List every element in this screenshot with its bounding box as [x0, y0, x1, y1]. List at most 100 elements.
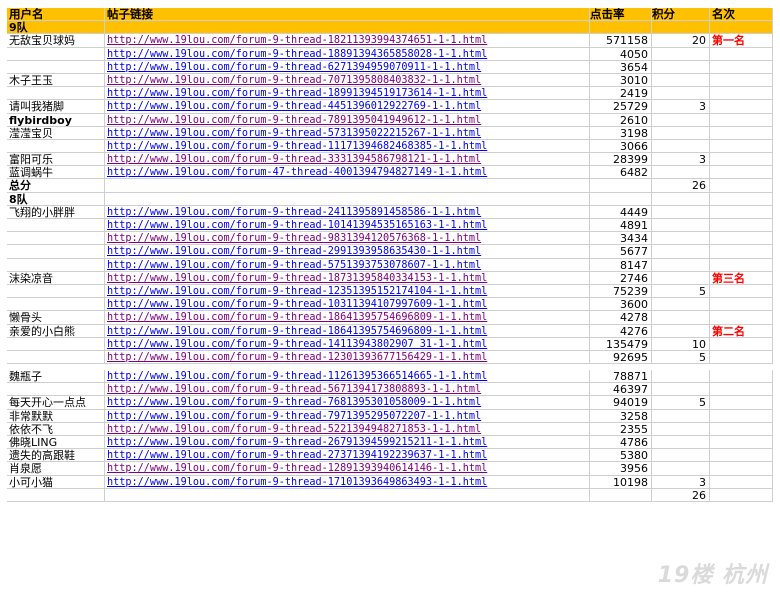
table-row: http://www.19lou.com/forum-9-thread-1889…: [7, 47, 773, 61]
thread-link[interactable]: http://www.19lou.com/forum-9-thread-1710…: [107, 477, 487, 488]
thread-link[interactable]: http://www.19lou.com/forum-9-thread-4451…: [107, 101, 481, 112]
thread-link[interactable]: http://www.19lou.com/forum-9-thread-6271…: [107, 62, 481, 73]
thread-link[interactable]: http://www.19lou.com/forum-9-thread-1031…: [107, 299, 487, 310]
rank-cell: [710, 462, 773, 476]
thread-link[interactable]: http://www.19lou.com/forum-9-thread-1289…: [107, 463, 487, 474]
thread-link[interactable]: http://www.19lou.com/forum-9-thread-3331…: [107, 154, 481, 165]
link-cell: http://www.19lou.com/forum-9-thread-9831…: [105, 232, 590, 246]
rank-cell: [710, 126, 773, 140]
thread-link[interactable]: http://www.19lou.com/forum-9-thread-2991…: [107, 246, 481, 257]
rank-cell: [710, 311, 773, 325]
thread-link[interactable]: http://www.19lou.com/forum-9-thread-5671…: [107, 384, 481, 395]
score-cell: [652, 205, 710, 219]
table-row: flybirdboy http://www.19lou.com/forum-9-t…: [7, 113, 773, 127]
header-link: 帖子链接: [105, 8, 590, 22]
thread-link[interactable]: http://www.19lou.com/forum-9-thread-7071…: [107, 75, 481, 86]
rank-cell: [710, 21, 773, 35]
table-row: 亲爱的小白熊 http://www.19lou.com/forum-9-threa…: [7, 324, 773, 338]
rank-cell: [710, 370, 773, 384]
thread-link[interactable]: http://www.19lou.com/forum-9-thread-9831…: [107, 233, 481, 244]
clicks-cell: 3066: [590, 139, 652, 154]
thread-link[interactable]: http://www.19lou.com/forum-9-thread-1235…: [107, 286, 487, 297]
user-cell: 8队: [7, 192, 105, 206]
thread-link[interactable]: http://www.19lou.com/forum-9-thread-1864…: [107, 326, 487, 337]
thread-link[interactable]: http://www.19lou.com/forum-9-thread-2679…: [107, 437, 487, 448]
clicks-cell: 3258: [590, 409, 652, 423]
table-row: 蓝调蜗牛 http://www.19lou.com/forum-47-thread…: [7, 166, 773, 180]
thread-link[interactable]: http://www.19lou.com/forum-9-thread-2737…: [107, 450, 487, 461]
clicks-cell: 2610: [590, 113, 652, 127]
thread-link[interactable]: http://www.19lou.com/forum-9-thread-2411…: [107, 207, 481, 218]
thread-link[interactable]: http://www.19lou.com/forum-9-thread-1873…: [107, 273, 487, 284]
thread-link[interactable]: http://www.19lou.com/forum-9-thread-5221…: [107, 424, 481, 435]
thread-link[interactable]: http://www.19lou.com/forum-9-thread-1014…: [107, 220, 487, 231]
score-cell: [652, 370, 710, 384]
clicks-cell: 92695: [590, 350, 652, 365]
thread-link[interactable]: http://www.19lou.com/forum-9-thread-7971…: [107, 411, 481, 422]
clicks-cell: 3198: [590, 126, 652, 140]
link-cell: [105, 488, 590, 502]
table-row: 懒骨头 http://www.19lou.com/forum-9-thread-1…: [7, 311, 773, 325]
score-cell: [652, 60, 710, 74]
thread-link[interactable]: http://www.19lou.com/forum-9-thread-5751…: [107, 260, 481, 271]
link-cell: http://www.19lou.com/forum-9-thread-1821…: [105, 34, 590, 48]
link-cell: http://www.19lou.com/forum-9-thread-1235…: [105, 284, 590, 299]
user-cell: [7, 139, 105, 154]
user-cell: [7, 350, 105, 365]
thread-link[interactable]: http://www.19lou.com/forum-9-thread-1864…: [107, 312, 487, 323]
rank-cell: [710, 298, 773, 312]
thread-link[interactable]: http://www.19lou.com/forum-9-thread-1411…: [107, 339, 487, 350]
score-cell: [652, 139, 710, 154]
link-cell: http://www.19lou.com/forum-9-thread-1117…: [105, 139, 590, 154]
table-row: 沫染凉音 http://www.19lou.com/forum-9-thread-…: [7, 271, 773, 285]
score-cell: [652, 21, 710, 35]
score-cell: [652, 219, 710, 233]
user-cell: 魏瓶子: [7, 370, 105, 384]
user-cell: [7, 219, 105, 233]
rank-cell: [710, 245, 773, 259]
header-row: 用户名 帖子链接 点击率 积分 名次: [7, 8, 773, 22]
thread-link[interactable]: http://www.19lou.com/forum-9-thread-7891…: [107, 115, 481, 126]
user-cell: 小可小猫: [7, 475, 105, 489]
thread-link[interactable]: http://www.19lou.com/forum-9-thread-1889…: [107, 49, 487, 60]
user-cell: 总分: [7, 179, 105, 193]
table-row: 26: [7, 488, 773, 502]
score-cell: [652, 462, 710, 476]
table-row: http://www.19lou.com/forum-9-thread-1117…: [7, 139, 773, 154]
user-cell: [7, 60, 105, 74]
thread-link[interactable]: http://www.19lou.com/forum-9-thread-1899…: [107, 88, 487, 99]
thread-link[interactable]: http://www.19lou.com/forum-47-thread-400…: [107, 167, 487, 178]
thread-link[interactable]: http://www.19lou.com/forum-9-thread-1821…: [107, 35, 487, 46]
table-row: 魏瓶子 http://www.19lou.com/forum-9-thread-1…: [7, 370, 773, 384]
clicks-cell: 25729: [590, 100, 652, 114]
thread-link[interactable]: http://www.19lou.com/forum-9-thread-7681…: [107, 397, 481, 408]
rank-cell: [710, 396, 773, 410]
score-cell: 5: [652, 396, 710, 410]
table-row: http://www.19lou.com/forum-9-thread-1411…: [7, 337, 773, 351]
link-cell: http://www.19lou.com/forum-9-thread-1031…: [105, 298, 590, 312]
score-cell: [652, 232, 710, 246]
thread-link[interactable]: http://www.19lou.com/forum-9-thread-1117…: [107, 141, 487, 152]
rank-cell: [710, 153, 773, 167]
clicks-cell: 3600: [590, 298, 652, 312]
user-cell: [7, 47, 105, 61]
link-cell: http://www.19lou.com/forum-9-thread-4451…: [105, 100, 590, 114]
rank-cell: [710, 205, 773, 219]
table-row: http://www.19lou.com/forum-9-thread-1014…: [7, 219, 773, 233]
thread-link[interactable]: http://www.19lou.com/forum-9-thread-1230…: [107, 352, 487, 363]
table-row: 8队: [7, 192, 773, 206]
table-row: http://www.19lou.com/forum-9-thread-5671…: [7, 383, 773, 397]
user-cell: 亲爱的小白熊: [7, 324, 105, 338]
user-cell: 沫染凉音: [7, 271, 105, 285]
header-score: 积分: [652, 8, 710, 22]
thread-link[interactable]: http://www.19lou.com/forum-9-thread-1126…: [107, 371, 487, 382]
rank-cell: [710, 409, 773, 423]
link-cell: http://www.19lou.com/forum-9-thread-1899…: [105, 87, 590, 101]
clicks-cell: 28399: [590, 153, 652, 167]
user-cell: 肖泉愿: [7, 462, 105, 476]
thread-link[interactable]: http://www.19lou.com/forum-9-thread-5731…: [107, 128, 481, 139]
table-row: http://www.19lou.com/forum-9-thread-1899…: [7, 87, 773, 101]
score-cell: [652, 192, 710, 206]
clicks-cell: 3010: [590, 73, 652, 88]
table-row: 遗失的高跟鞋 http://www.19lou.com/forum-9-threa…: [7, 449, 773, 463]
